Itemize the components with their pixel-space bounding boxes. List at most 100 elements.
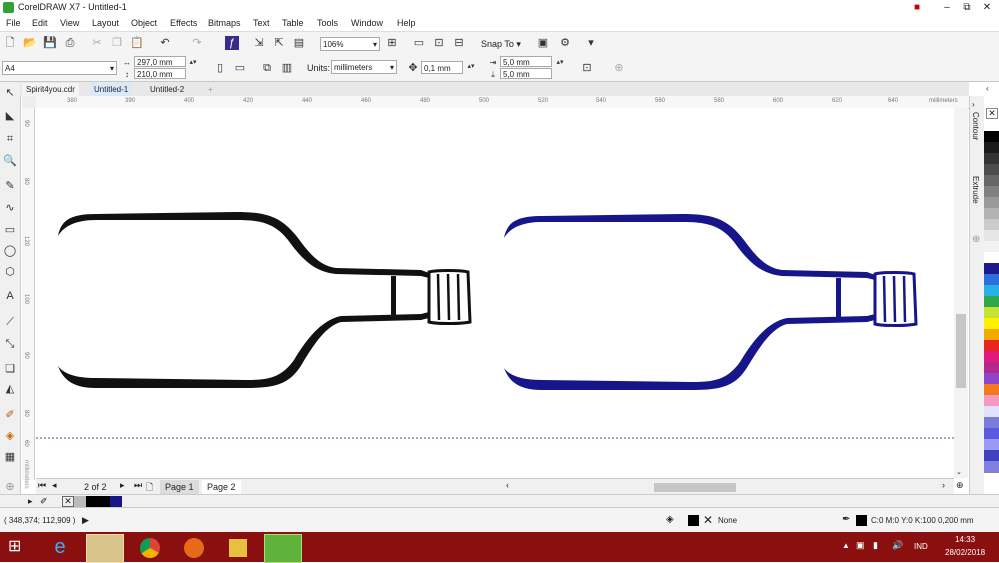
- docker-tab-contour[interactable]: Contour: [971, 112, 980, 140]
- application-launcher-icon[interactable]: ▾: [584, 36, 598, 50]
- palette-scroll-up-icon[interactable]: ‹: [986, 84, 989, 93]
- docker-add-icon[interactable]: ⊕: [972, 234, 980, 245]
- page-height-field[interactable]: 210,0 mm: [134, 68, 186, 79]
- nudge-spinner[interactable]: ▴▾: [466, 60, 476, 76]
- internet-explorer-icon[interactable]: e: [42, 534, 78, 561]
- page-tab-2[interactable]: Page 2: [202, 480, 241, 494]
- docker-tab-extrude[interactable]: Extrude: [971, 176, 980, 204]
- eyedropper-icon[interactable]: ✐: [3, 408, 17, 422]
- pick-tool-icon[interactable]: ↖: [3, 86, 17, 100]
- show-grid-icon[interactable]: ⊟: [452, 36, 466, 50]
- zoom-to-page-icon[interactable]: ⊞: [385, 36, 399, 50]
- menu-edit[interactable]: Edit: [32, 18, 48, 28]
- smart-fill-icon[interactable]: ▦: [3, 450, 17, 464]
- last-page-icon[interactable]: ⏭: [134, 480, 142, 491]
- docker-expand-icon[interactable]: ›: [972, 100, 975, 109]
- artistic-media-icon[interactable]: ∿: [3, 201, 17, 215]
- menu-effects[interactable]: Effects: [170, 18, 197, 28]
- tray-device-icon[interactable]: ▣: [856, 540, 865, 551]
- menu-text[interactable]: Text: [253, 18, 270, 28]
- black-bottle-outline[interactable]: [58, 212, 472, 388]
- new-document-icon[interactable]: 🗋: [3, 36, 17, 50]
- next-page-icon[interactable]: ▸: [120, 480, 125, 491]
- minimize-button[interactable]: –: [938, 0, 956, 15]
- redo-icon[interactable]: ↷: [190, 36, 204, 50]
- fill-color-swatch[interactable]: [688, 515, 699, 526]
- import-icon[interactable]: ⇲: [252, 36, 266, 50]
- palette-options-icon[interactable]: ▸: [28, 496, 33, 507]
- menu-object[interactable]: Object: [131, 18, 157, 28]
- current-page-icon[interactable]: ▥: [280, 61, 294, 75]
- hscroll-right-icon[interactable]: ›: [942, 480, 945, 490]
- doc-swatch-gray[interactable]: [74, 496, 86, 507]
- play-icon[interactable]: ▶: [82, 515, 89, 526]
- duplicate-spinner[interactable]: ▴▾: [555, 56, 565, 78]
- pin-icon[interactable]: ■: [908, 0, 926, 15]
- menu-window[interactable]: Window: [351, 18, 383, 28]
- treat-as-filled-icon[interactable]: ⊡: [580, 61, 594, 75]
- menu-file[interactable]: File: [6, 18, 21, 28]
- chrome-icon[interactable]: [132, 534, 168, 561]
- start-button[interactable]: ⊞: [8, 538, 21, 556]
- undo-icon[interactable]: ↶: [158, 36, 172, 50]
- outline-color-swatch[interactable]: [856, 515, 867, 526]
- page-width-field[interactable]: 297,0 mm: [134, 56, 186, 67]
- firefox-icon[interactable]: [176, 534, 212, 561]
- ruler-origin[interactable]: [22, 96, 36, 108]
- network-icon[interactable]: ▮: [873, 540, 878, 551]
- scroll-down-icon[interactable]: ⌄: [956, 468, 962, 476]
- print-icon[interactable]: ⎙: [63, 36, 77, 50]
- vertical-ruler[interactable]: 90 80 120 100 90 80 60 millimeters: [22, 108, 35, 489]
- all-pages-icon[interactable]: ⧉: [260, 61, 274, 75]
- blue-bottle-outline[interactable]: [504, 214, 918, 390]
- file-explorer-icon[interactable]: [86, 534, 124, 563]
- zoom-tool-icon[interactable]: 🔍: [3, 154, 17, 168]
- page-size-select[interactable]: A4 ▾: [2, 61, 117, 75]
- polygon-tool-icon[interactable]: ⬡: [3, 265, 17, 279]
- tab-untitled-1[interactable]: Untitled-1: [90, 83, 133, 96]
- full-screen-icon[interactable]: ▭: [412, 36, 426, 50]
- clock-date[interactable]: 28/02/2018: [945, 548, 985, 557]
- interactive-fill-icon[interactable]: ◈: [3, 429, 17, 443]
- volume-icon[interactable]: 🔊: [892, 540, 903, 551]
- export-icon[interactable]: ⇱: [272, 36, 286, 50]
- menu-view[interactable]: View: [60, 18, 79, 28]
- portrait-icon[interactable]: ▯: [213, 61, 227, 75]
- quick-customize-icon[interactable]: ⊕: [3, 480, 17, 494]
- search-content-icon[interactable]: ƒ: [225, 36, 239, 50]
- zoom-navigator-icon[interactable]: ⊕: [956, 480, 964, 491]
- clock-time[interactable]: 14:33: [955, 535, 975, 544]
- menu-table[interactable]: Table: [282, 18, 304, 28]
- rectangle-tool-icon[interactable]: ▭: [3, 223, 17, 237]
- nudge-distance-field[interactable]: 0,1 mm: [421, 61, 463, 74]
- hscroll-left-icon[interactable]: ‹: [506, 480, 509, 490]
- menu-layout[interactable]: Layout: [92, 18, 119, 28]
- open-folder-icon[interactable]: 📂: [23, 36, 37, 50]
- language-indicator[interactable]: IND: [914, 542, 928, 551]
- page-tab-1[interactable]: Page 1: [160, 480, 199, 494]
- doc-swatch-black[interactable]: [86, 496, 98, 507]
- welcome-screen-icon[interactable]: ▣: [536, 36, 550, 50]
- vertical-scrollbar[interactable]: ⌄: [954, 108, 968, 478]
- units-select[interactable]: millimeters ▾: [331, 60, 397, 74]
- freehand-tool-icon[interactable]: ✎: [3, 179, 17, 193]
- doc-swatch-blue[interactable]: [110, 496, 122, 507]
- tray-arrow-icon[interactable]: ▲: [842, 541, 850, 550]
- doc-no-color-swatch[interactable]: ✕: [62, 496, 74, 507]
- no-color-swatch[interactable]: ✕: [986, 108, 998, 119]
- color-eyedropper-icon[interactable]: ✐: [40, 496, 48, 507]
- landscape-icon[interactable]: ▭: [233, 61, 247, 75]
- paste-icon[interactable]: 📋: [130, 36, 144, 50]
- drop-shadow-icon[interactable]: ❏: [3, 362, 17, 376]
- first-page-icon[interactable]: ⏮: [38, 480, 46, 491]
- parallel-dimension-icon[interactable]: ⟋: [3, 315, 17, 329]
- zoom-level-select[interactable]: 106% ▾: [320, 37, 380, 51]
- add-icon[interactable]: ⊕: [612, 61, 626, 75]
- menu-tools[interactable]: Tools: [317, 18, 338, 28]
- duplicate-y-field[interactable]: 5,0 mm: [500, 68, 552, 79]
- maximize-button[interactable]: ⧉: [958, 0, 976, 15]
- palette-swatch[interactable]: [984, 461, 999, 473]
- new-tab-icon[interactable]: +: [204, 83, 217, 96]
- duplicate-x-field[interactable]: 5,0 mm: [500, 56, 552, 67]
- text-tool-icon[interactable]: A: [3, 289, 17, 303]
